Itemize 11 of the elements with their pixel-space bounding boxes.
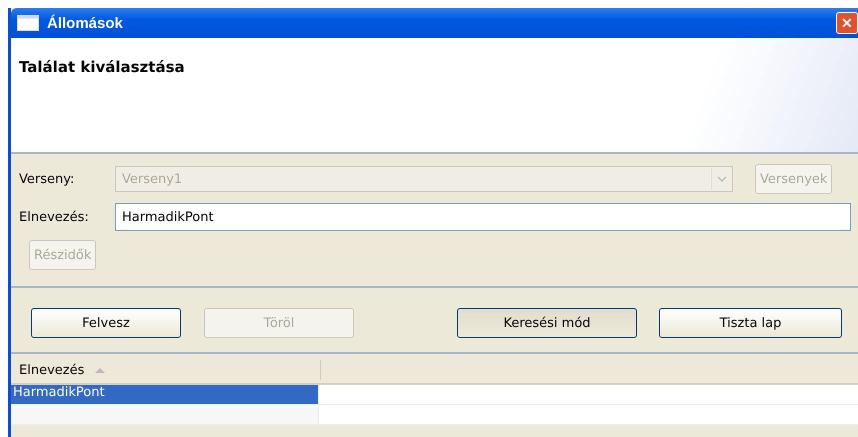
action-button[interactable]: Tiszta lap — [659, 308, 842, 338]
field-label: Elnevezés: — [19, 210, 90, 224]
field-label: Verseny: — [19, 172, 76, 186]
header-title: Találat kiválasztása — [19, 58, 185, 76]
action-button[interactable]: Felvesz — [31, 308, 181, 338]
window-title: Állomások — [47, 14, 124, 32]
table-cell[interactable]: HarmadikPont — [11, 385, 319, 404]
name-input[interactable]: HarmadikPont — [115, 203, 851, 231]
window-icon — [17, 15, 39, 31]
close-button[interactable]: ✕ — [836, 12, 858, 34]
action-button[interactable]: Keresési mód — [457, 308, 637, 338]
